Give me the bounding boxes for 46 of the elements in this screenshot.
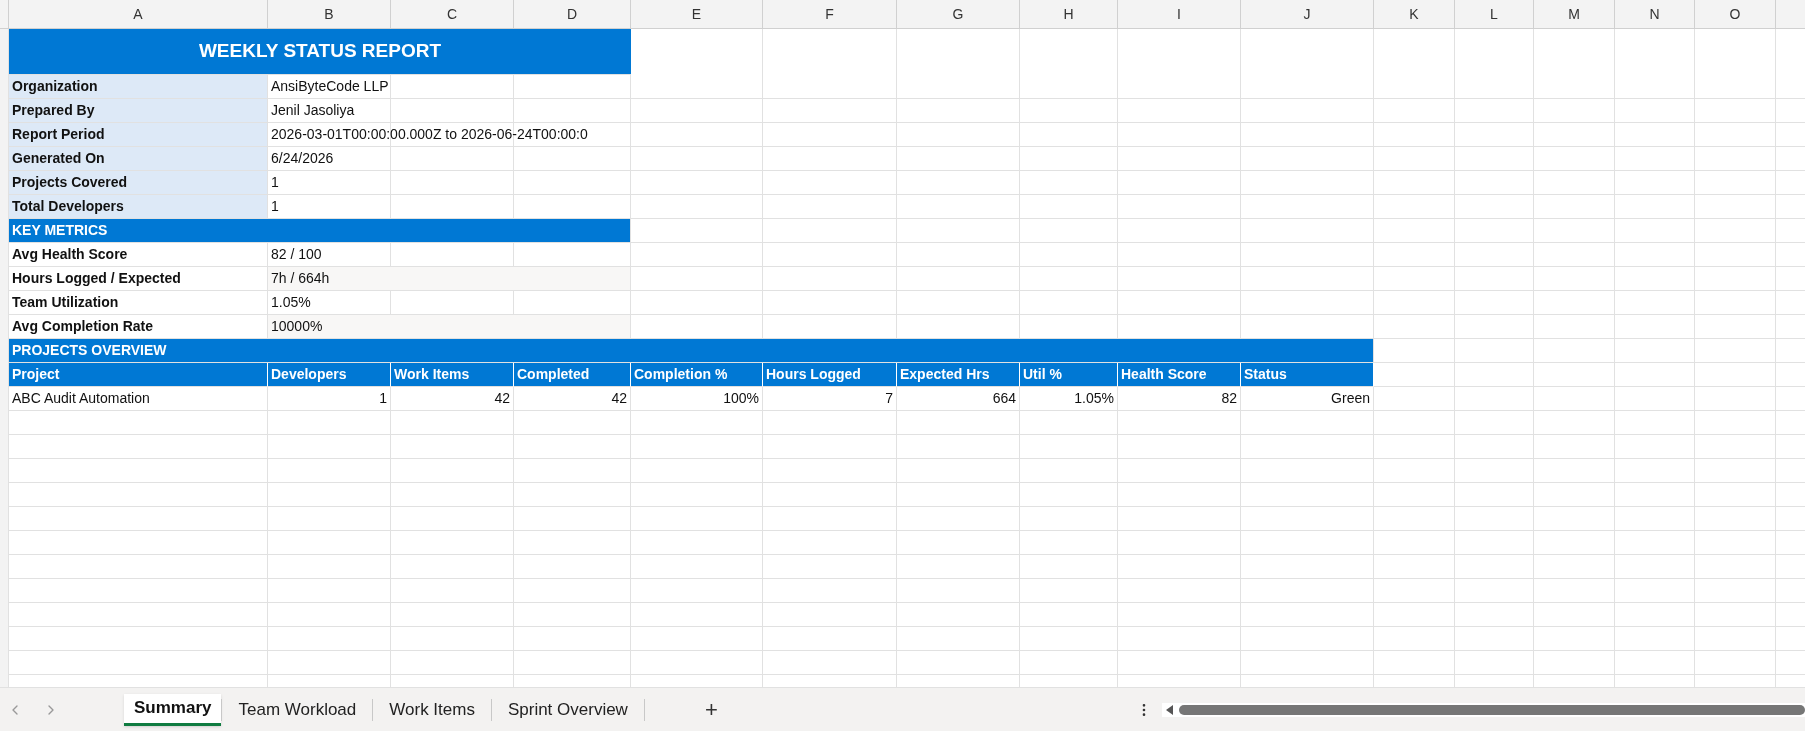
info-label: Projects Covered	[9, 171, 268, 195]
add-sheet-button[interactable]: +	[696, 693, 726, 726]
table-cell: 100%	[631, 387, 763, 411]
info-value: Jenil Jasoliya	[268, 99, 631, 123]
metric-label: Hours Logged / Expected	[9, 267, 268, 291]
horizontal-scrollbar[interactable]	[1161, 702, 1805, 717]
table-cell: ABC Audit Automation	[9, 387, 268, 411]
table-cell: 42	[391, 387, 514, 411]
metric-value: 7h / 664h	[268, 267, 631, 291]
info-label: Prepared By	[9, 99, 268, 123]
section-heading: PROJECTS OVERVIEW	[9, 339, 1374, 363]
table-header-cell: Util %	[1020, 363, 1118, 387]
table-cell: 7	[763, 387, 897, 411]
table-header-cell: Expected Hrs	[897, 363, 1020, 387]
sheet-tab[interactable]: Sprint Overview	[491, 693, 644, 726]
section-heading: KEY METRICS	[9, 219, 631, 243]
table-header-cell: Developers	[268, 363, 391, 387]
table-header-cell: Health Score	[1118, 363, 1241, 387]
table-cell: 1	[268, 387, 391, 411]
report-title: WEEKLY STATUS REPORT	[9, 29, 631, 75]
info-value: 1	[268, 171, 631, 195]
sheet-tab[interactable]: Summary	[124, 693, 222, 726]
table-header-cell: Project	[9, 363, 268, 387]
info-value: 2026-03-01T00:00:00.000Z to 2026-06-24T00:00:0	[268, 123, 631, 147]
table-header-cell: Status	[1241, 363, 1374, 387]
metric-label: Avg Health Score	[9, 243, 268, 267]
sheet-tab[interactable]: Team Workload	[222, 693, 373, 726]
table-cell: Green	[1241, 387, 1374, 411]
table-cell: 664	[897, 387, 1020, 411]
info-label: Report Period	[9, 123, 268, 147]
info-value: 6/24/2026	[268, 147, 631, 171]
metric-label: Team Utilization	[9, 291, 268, 315]
table-cell: 1.05%	[1020, 387, 1118, 411]
table-header-cell: Hours Logged	[763, 363, 897, 387]
info-value: AnsiByteCode LLP	[268, 75, 631, 99]
sheet-tab[interactable]: Work Items	[373, 693, 491, 726]
table-cell: 82	[1118, 387, 1241, 411]
select-all-corner[interactable]	[0, 0, 9, 29]
info-label: Total Developers	[9, 195, 268, 219]
table-header-cell: Work Items	[391, 363, 514, 387]
metric-value: 10000%	[268, 315, 631, 339]
table-header-cell: Completed	[514, 363, 631, 387]
table-header-cell: Completion %	[631, 363, 763, 387]
info-label: Organization	[9, 75, 268, 99]
info-label: Generated On	[9, 147, 268, 171]
table-cell: 42	[514, 387, 631, 411]
